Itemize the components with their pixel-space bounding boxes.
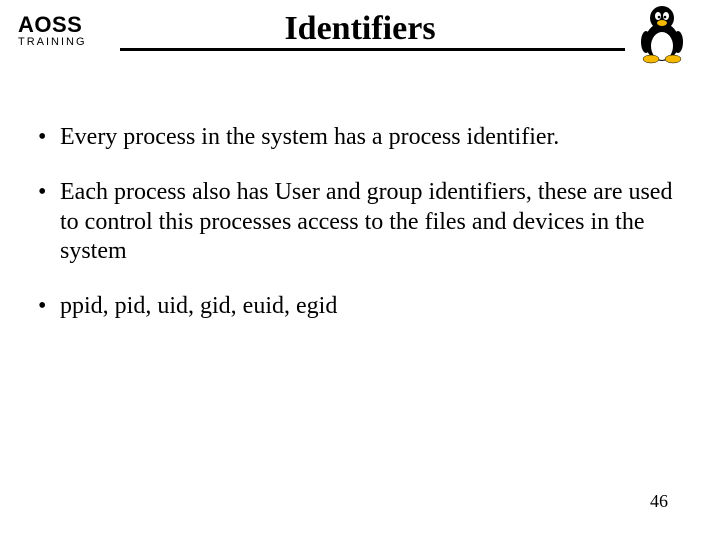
- header-rule: [120, 48, 625, 51]
- list-item: ppid, pid, uid, gid, euid, egid: [36, 292, 684, 321]
- list-item: Each process also has User and group ide…: [36, 178, 684, 266]
- bullet-list: Every process in the system has a proces…: [36, 123, 684, 321]
- tux-penguin-icon: [635, 2, 690, 64]
- page-number: 46: [650, 491, 668, 512]
- list-item: Every process in the system has a proces…: [36, 123, 684, 152]
- slide-content: Every process in the system has a proces…: [0, 75, 720, 321]
- slide-header: AOSS TRAINING Identifiers: [0, 0, 720, 75]
- slide-title: Identifiers: [0, 10, 720, 48]
